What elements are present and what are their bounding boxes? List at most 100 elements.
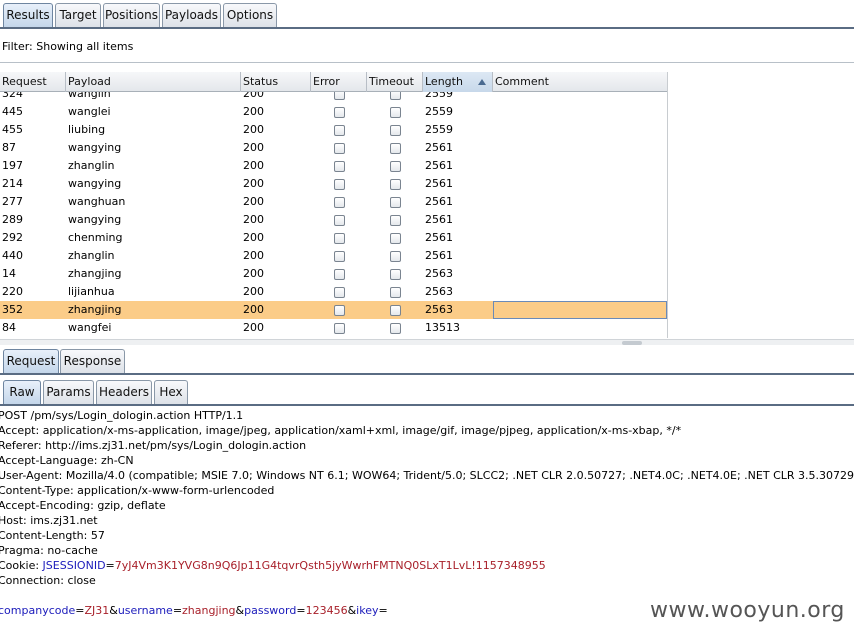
tab-results[interactable]: Results bbox=[3, 3, 53, 27]
raw-line: User-Agent: Mozilla/4.0 (compatible; MSI… bbox=[0, 469, 854, 482]
table-row[interactable]: 197 zhanglin 200 2561 bbox=[0, 157, 667, 175]
table-row[interactable]: 455 liubing 200 2559 bbox=[0, 121, 667, 139]
table-row[interactable]: 277 wanghuan 200 2561 bbox=[0, 193, 667, 211]
error-checkbox[interactable] bbox=[334, 287, 345, 298]
error-checkbox[interactable] bbox=[334, 125, 345, 136]
timeout-checkbox[interactable] bbox=[390, 107, 401, 118]
comment-cell-editor[interactable] bbox=[493, 301, 667, 319]
error-checkbox[interactable] bbox=[334, 215, 345, 226]
table-row[interactable]: 445 wanglei 200 2559 bbox=[0, 103, 667, 121]
error-checkbox[interactable] bbox=[334, 107, 345, 118]
horizontal-scrollbar[interactable] bbox=[0, 339, 854, 345]
cell-status: 200 bbox=[243, 141, 264, 154]
tab-payloads[interactable]: Payloads bbox=[162, 3, 221, 27]
sort-ascending-icon bbox=[478, 79, 486, 85]
tab-hex[interactable]: Hex bbox=[154, 380, 188, 404]
cell-request: 87 bbox=[2, 141, 16, 154]
table-rows: 324 wanglin 200 2559 445 wanglei 200 2559 455 liu… bbox=[0, 92, 667, 337]
error-checkbox[interactable] bbox=[334, 323, 345, 334]
tab-response[interactable]: Response bbox=[60, 349, 125, 373]
param-name: password bbox=[244, 604, 297, 617]
cell-payload: zhanglin bbox=[68, 159, 115, 172]
cell-length: 2561 bbox=[425, 213, 453, 226]
cell-request: 445 bbox=[2, 105, 23, 118]
cell-length: 2563 bbox=[425, 303, 453, 316]
table-row[interactable]: 352 zhangjing 200 2563 bbox=[0, 301, 667, 319]
table-row[interactable]: 440 zhanglin 200 2561 bbox=[0, 247, 667, 265]
timeout-checkbox[interactable] bbox=[390, 287, 401, 298]
param-equals: = bbox=[296, 604, 306, 617]
tab-positions[interactable]: Positions bbox=[103, 3, 160, 27]
table-header: Request Payload Status Error Timeout Len… bbox=[0, 72, 667, 92]
timeout-checkbox[interactable] bbox=[390, 92, 401, 100]
column-header-request[interactable]: Request bbox=[0, 72, 66, 92]
column-header-timeout[interactable]: Timeout bbox=[367, 72, 423, 92]
param-equals: = bbox=[378, 604, 388, 617]
timeout-checkbox[interactable] bbox=[390, 143, 401, 154]
raw-line: Pragma: no-cache bbox=[0, 544, 98, 557]
cell-payload: zhangjing bbox=[68, 267, 122, 280]
column-header-status[interactable]: Status bbox=[241, 72, 311, 92]
tab-raw[interactable]: Raw bbox=[3, 380, 41, 404]
column-header-length[interactable]: Length bbox=[423, 72, 493, 92]
table-row[interactable]: 289 wangying 200 2561 bbox=[0, 211, 667, 229]
timeout-checkbox[interactable] bbox=[390, 179, 401, 190]
tab-headers[interactable]: Headers bbox=[96, 380, 152, 404]
scrollbar-thumb[interactable] bbox=[622, 341, 642, 345]
table-row[interactable]: 292 chenming 200 2561 bbox=[0, 229, 667, 247]
error-checkbox[interactable] bbox=[334, 179, 345, 190]
error-checkbox[interactable] bbox=[334, 197, 345, 208]
cell-request: 289 bbox=[2, 213, 23, 226]
table-row[interactable]: 87 wangying 200 2561 bbox=[0, 139, 667, 157]
cell-status: 200 bbox=[243, 92, 264, 100]
cell-status: 200 bbox=[243, 105, 264, 118]
filter-bar[interactable]: Filter: Showing all items bbox=[0, 36, 854, 58]
column-header-comment[interactable]: Comment bbox=[493, 72, 667, 92]
table-row[interactable]: 214 wangying 200 2561 bbox=[0, 175, 667, 193]
tab-options[interactable]: Options bbox=[223, 3, 277, 27]
tab-params[interactable]: Params bbox=[43, 380, 94, 404]
param-equals: = bbox=[172, 604, 183, 617]
cell-request: 324 bbox=[2, 92, 23, 100]
error-checkbox[interactable] bbox=[334, 233, 345, 244]
timeout-checkbox[interactable] bbox=[390, 197, 401, 208]
tab-request[interactable]: Request bbox=[3, 349, 59, 373]
cell-payload: wangfei bbox=[68, 321, 112, 334]
table-row[interactable]: 84 wangfei 200 13513 bbox=[0, 319, 667, 337]
error-checkbox[interactable] bbox=[334, 269, 345, 280]
table-row[interactable]: 220 lijianhua 200 2563 bbox=[0, 283, 667, 301]
top-tab-bar: Results Target Positions Payloads Option… bbox=[0, 3, 854, 29]
table-row[interactable]: 324 wanglin 200 2559 bbox=[0, 92, 667, 103]
cell-status: 200 bbox=[243, 195, 264, 208]
column-header-payload[interactable]: Payload bbox=[66, 72, 241, 92]
cell-request: 455 bbox=[2, 123, 23, 136]
table-row[interactable]: 14 zhangjing 200 2563 bbox=[0, 265, 667, 283]
error-checkbox[interactable] bbox=[334, 305, 345, 316]
timeout-checkbox[interactable] bbox=[390, 215, 401, 226]
error-checkbox[interactable] bbox=[334, 92, 345, 100]
param-value: ZJ31 bbox=[84, 604, 110, 617]
timeout-checkbox[interactable] bbox=[390, 125, 401, 136]
timeout-checkbox[interactable] bbox=[390, 305, 401, 316]
divider bbox=[0, 62, 854, 63]
error-checkbox[interactable] bbox=[334, 161, 345, 172]
raw-line: Accept-Language: zh-CN bbox=[0, 454, 134, 467]
cell-request: 292 bbox=[2, 231, 23, 244]
timeout-checkbox[interactable] bbox=[390, 269, 401, 280]
error-checkbox[interactable] bbox=[334, 251, 345, 262]
timeout-checkbox[interactable] bbox=[390, 233, 401, 244]
timeout-checkbox[interactable] bbox=[390, 161, 401, 172]
cell-status: 200 bbox=[243, 303, 264, 316]
raw-header-lines: POST /pm/sys/Login_dologin.action HTTP/1… bbox=[0, 408, 854, 558]
timeout-checkbox[interactable] bbox=[390, 251, 401, 262]
column-header-error[interactable]: Error bbox=[311, 72, 367, 92]
cell-payload: wanglei bbox=[68, 105, 111, 118]
cell-length: 2561 bbox=[425, 159, 453, 172]
timeout-checkbox[interactable] bbox=[390, 323, 401, 334]
tab-target[interactable]: Target bbox=[55, 3, 101, 27]
raw-line: POST /pm/sys/Login_dologin.action HTTP/1… bbox=[0, 409, 244, 422]
cell-payload: zhangjing bbox=[68, 303, 122, 316]
error-checkbox[interactable] bbox=[334, 143, 345, 154]
cell-status: 200 bbox=[243, 249, 264, 262]
cell-request: 197 bbox=[2, 159, 23, 172]
